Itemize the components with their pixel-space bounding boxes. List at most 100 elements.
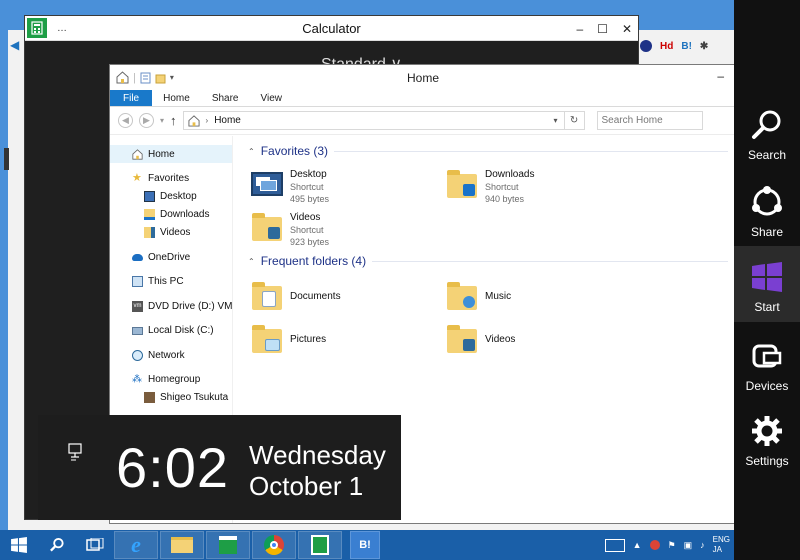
videos-folder-icon — [144, 227, 155, 238]
taskbar-search-button[interactable] — [38, 530, 76, 560]
touch-keyboard-icon[interactable] — [604, 538, 625, 552]
frequent-item-pictures[interactable]: Pictures — [250, 318, 445, 361]
tab-file[interactable]: File — [110, 90, 153, 106]
explorer-minimize-button[interactable]: – — [717, 69, 724, 83]
calculator-titlebar[interactable]: … Calculator – ☐ ✕ — [25, 16, 638, 41]
close-button[interactable]: ✕ — [622, 22, 632, 36]
browser-extension-icon[interactable] — [640, 40, 652, 52]
frequent-folders-group-header[interactable]: ⌃ Frequent folders (4) — [248, 253, 736, 269]
favorites-tiles: Desktop Shortcut 495 bytes Downloads Sho… — [250, 165, 736, 251]
frequent-item-videos[interactable]: Videos — [445, 318, 640, 361]
browser-tools-icon[interactable]: ✱ — [700, 41, 708, 52]
address-dropdown-icon[interactable]: ▾ — [554, 116, 558, 125]
up-button[interactable]: ↑ — [170, 113, 177, 128]
item-name: Videos — [485, 333, 516, 345]
sidebar-item-home[interactable]: Home — [110, 145, 232, 163]
back-button[interactable]: ◀ — [118, 113, 133, 128]
network-status-icon — [68, 443, 82, 461]
tab-share[interactable]: Share — [201, 90, 250, 106]
taskbar-chrome[interactable] — [252, 531, 296, 559]
sidebar-item-label: Favorites — [148, 173, 190, 184]
breadcrumb-separator-icon[interactable]: › — [206, 116, 209, 125]
taskbar: e B! ▲ ⚑ ▣ ♪ ENG JA — [0, 530, 734, 560]
sidebar-item-label: Network — [148, 349, 185, 361]
dvd-drive-icon: vm — [132, 300, 143, 312]
sidebar-item-homegroup[interactable]: ⁂ Homegroup — [110, 371, 232, 389]
frequent-folders-tiles: Documents Music Pictures Videos — [250, 275, 736, 361]
favorite-item-videos[interactable]: Videos Shortcut 923 bytes — [250, 208, 445, 251]
favorite-item-desktop[interactable]: Desktop Shortcut 495 bytes — [250, 165, 445, 208]
item-name: Pictures — [290, 333, 327, 345]
charm-label: Settings — [745, 454, 789, 468]
sidebar-item-videos[interactable]: Videos — [110, 224, 232, 242]
favorites-group-header[interactable]: ⌃ Favorites (3) — [248, 143, 736, 159]
charm-start[interactable]: Start — [734, 246, 800, 322]
charm-label: Search — [747, 148, 787, 162]
browser-bookmark-text[interactable]: B! — [681, 41, 692, 52]
home-location-icon — [187, 114, 200, 127]
favorite-item-downloads[interactable]: Downloads Shortcut 940 bytes — [445, 165, 640, 208]
network-icon — [132, 349, 143, 361]
address-field[interactable]: › Home ▾ ↻ — [182, 111, 585, 130]
network-tray-icon[interactable]: ▣ — [684, 540, 693, 551]
gear-icon — [752, 416, 782, 446]
minimize-button[interactable]: – — [576, 22, 583, 36]
browser-scroll-marker — [4, 148, 9, 170]
explorer-title: Home — [406, 71, 439, 85]
sidebar-item-network[interactable]: Network — [110, 346, 232, 364]
address-text[interactable]: Home — [214, 115, 241, 126]
maximize-button[interactable]: ☐ — [597, 22, 608, 36]
task-view-button[interactable] — [76, 530, 114, 560]
sidebar-item-downloads[interactable]: Downloads — [110, 206, 232, 224]
tray-overflow-icon[interactable]: ▲ — [633, 540, 642, 550]
calculator-icon — [311, 535, 329, 555]
start-button[interactable] — [0, 530, 38, 560]
charm-settings[interactable]: Settings — [734, 406, 800, 482]
charm-label: Share — [750, 225, 784, 239]
item-type: Shortcut — [290, 182, 324, 192]
recent-locations-dropdown[interactable]: ▾ — [160, 116, 164, 125]
volume-icon[interactable]: ♪ — [700, 540, 705, 550]
collapse-chevron-icon[interactable]: ⌃ — [248, 147, 255, 156]
charm-share[interactable]: Share — [734, 177, 800, 253]
sidebar-item-this-pc[interactable]: This PC — [110, 273, 232, 291]
explorer-titlebar[interactable]: | ▾ Home – — [110, 65, 736, 90]
charm-label: Devices — [745, 379, 789, 393]
tab-view[interactable]: View — [250, 90, 294, 106]
sidebar-item-onedrive[interactable]: OneDrive — [110, 248, 232, 266]
taskbar-calculator[interactable] — [298, 531, 342, 559]
chrome-tray-icon[interactable] — [649, 540, 660, 550]
sidebar-item-label: Homegroup — [148, 374, 201, 385]
sidebar-item-user[interactable]: Shigeo Tsukuta — [110, 389, 232, 407]
group-title: Frequent folders (4) — [260, 254, 367, 268]
sidebar-item-desktop[interactable]: Desktop — [110, 188, 232, 206]
sidebar-item-favorites[interactable]: ★ Favorites — [110, 170, 232, 188]
taskbar-internet-explorer[interactable]: e — [114, 531, 158, 559]
tab-home[interactable]: Home — [152, 90, 201, 106]
search-icon — [752, 110, 781, 139]
refresh-button[interactable]: ↻ — [563, 112, 584, 129]
action-center-flag-icon[interactable]: ⚑ — [668, 540, 676, 551]
local-disk-icon — [132, 326, 143, 335]
group-divider — [334, 150, 728, 152]
sidebar-item-dvd-drive[interactable]: vm DVD Drive (D:) VMware — [110, 297, 232, 315]
item-type: Shortcut — [485, 182, 519, 192]
input-language-indicator[interactable]: ENG JA — [713, 535, 730, 555]
browser-back-icon[interactable]: ◀ — [10, 38, 19, 52]
browser-toolbar-text[interactable]: Hd — [660, 41, 673, 52]
taskbar-file-explorer[interactable] — [160, 531, 204, 559]
browser-toolbar: Hd B! ✱ — [640, 38, 708, 54]
collapse-chevron-icon[interactable]: ⌃ — [248, 257, 255, 266]
frequent-item-documents[interactable]: Documents — [250, 275, 445, 318]
item-size: 495 bytes — [290, 194, 330, 204]
star-icon: ★ — [132, 172, 142, 184]
taskbar-bookmark-app[interactable]: B! — [350, 531, 380, 559]
search-input[interactable]: Search Home — [596, 111, 703, 130]
downloads-folder-icon — [445, 168, 479, 202]
frequent-item-music[interactable]: Music — [445, 275, 640, 318]
forward-button[interactable]: ▶ — [139, 113, 154, 128]
taskbar-store[interactable] — [206, 531, 250, 559]
sidebar-item-local-disk[interactable]: Local Disk (C:) — [110, 322, 232, 340]
charm-devices[interactable]: Devices — [734, 331, 800, 407]
charm-search[interactable]: Search — [734, 100, 800, 176]
